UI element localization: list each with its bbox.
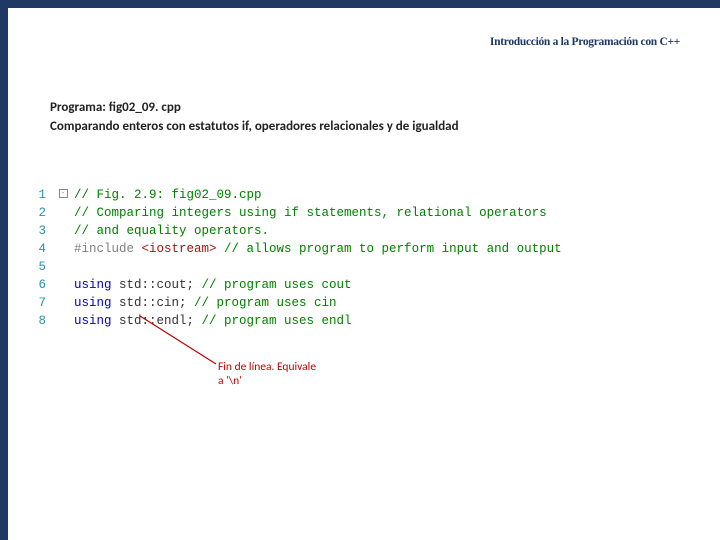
- code-text: using std::cin; // program uses cin: [74, 294, 692, 312]
- line-number: 8: [28, 312, 46, 330]
- annotation-text: Fin de línea. Equivale a '\n': [218, 360, 316, 388]
- line-number: 1: [28, 186, 46, 204]
- code-line-5: 5: [28, 258, 692, 276]
- fold-gutter: -: [52, 186, 74, 204]
- line-number: 3: [28, 222, 46, 240]
- code-line-6: 6 using std::cout; // program uses cout: [28, 276, 692, 294]
- code-text: // Comparing integers using if statement…: [74, 204, 692, 222]
- code-text: // Fig. 2.9: fig02_09.cpp: [74, 186, 692, 204]
- annotation-line-2: a '\n': [218, 374, 316, 388]
- header-title: Introducción a la Programación con C++: [490, 36, 680, 48]
- line-number: 5: [28, 258, 46, 276]
- code-block: 1 - // Fig. 2.9: fig02_09.cpp 2 // Compa…: [28, 186, 692, 330]
- slide-top-accent: [0, 0, 720, 8]
- line-number: 4: [28, 240, 46, 258]
- line-number: 6: [28, 276, 46, 294]
- slide-left-accent: [0, 0, 8, 540]
- code-text: #include <iostream> // allows program to…: [74, 240, 692, 258]
- code-text: using std::cout; // program uses cout: [74, 276, 692, 294]
- code-text: // and equality operators.: [74, 222, 692, 240]
- code-text: [74, 258, 692, 276]
- code-line-1: 1 - // Fig. 2.9: fig02_09.cpp: [28, 186, 692, 204]
- code-line-2: 2 // Comparing integers using if stateme…: [28, 204, 692, 222]
- code-line-4: 4 #include <iostream> // allows program …: [28, 240, 692, 258]
- program-name: Programa: fig02_09. cpp: [50, 100, 181, 115]
- annotation-line-1: Fin de línea. Equivale: [218, 360, 316, 374]
- program-description: Comparando enteros con estatutos if, ope…: [50, 119, 459, 134]
- code-line-7: 7 using std::cin; // program uses cin: [28, 294, 692, 312]
- fold-minus-icon: -: [59, 189, 68, 198]
- line-number: 7: [28, 294, 46, 312]
- line-number: 2: [28, 204, 46, 222]
- code-line-3: 3 // and equality operators.: [28, 222, 692, 240]
